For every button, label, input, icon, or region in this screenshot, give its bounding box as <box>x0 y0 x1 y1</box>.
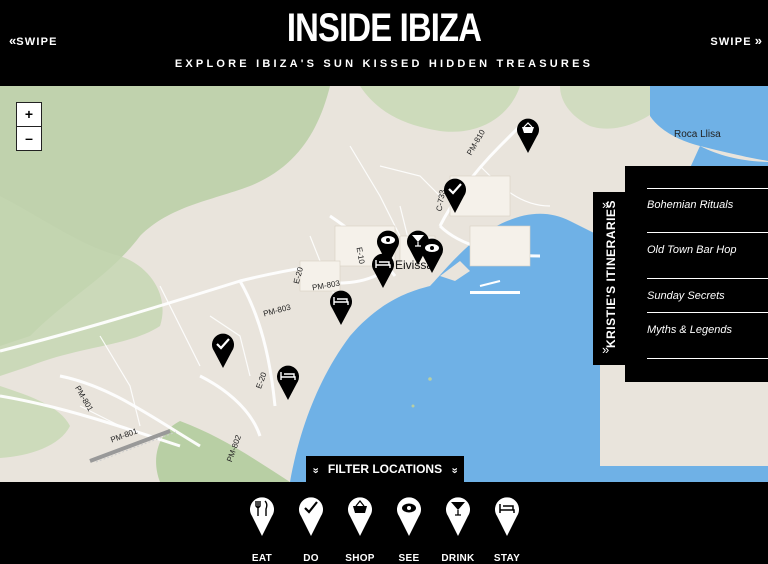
check-icon <box>299 497 323 536</box>
itinerary-item[interactable]: Myths & Legends <box>647 324 757 336</box>
label-roca-llisa: Roca Llisa <box>674 129 721 140</box>
itinerary-item[interactable]: Bohemian Rituals <box>647 199 757 211</box>
chevron-right-icon: » <box>754 33 762 48</box>
map-pin-shop[interactable] <box>516 117 540 153</box>
header: «SWIPE INSIDE IBIZA SWIPE» EXPLORE IBIZA… <box>0 0 768 86</box>
chevron-right-icon: » <box>602 342 609 357</box>
pin-bed-icon <box>277 365 299 400</box>
pin-shop-icon <box>517 118 539 153</box>
map-pin-stay[interactable] <box>371 252 395 288</box>
category-label: STAY <box>493 553 521 564</box>
itineraries-tab-label: KRISTIE'S ITINERARIES <box>604 199 618 349</box>
itineraries-tab[interactable]: » KRISTIE'S ITINERARIES » <box>593 192 625 365</box>
map-pin-stay-3[interactable] <box>276 364 300 400</box>
cocktail-icon <box>446 497 470 536</box>
category-label: EAT <box>251 553 273 564</box>
zoom-control: + – <box>16 102 42 151</box>
swipe-right-label: SWIPE <box>710 36 752 48</box>
swipe-left-button[interactable]: «SWIPE <box>6 33 58 48</box>
divider <box>647 358 768 359</box>
map-pin-stay-2[interactable] <box>329 289 353 325</box>
divider <box>647 232 768 233</box>
filter-label: FILTER LOCATIONS <box>327 462 443 476</box>
category-eat[interactable]: EAT <box>242 496 282 564</box>
map-pin-do[interactable] <box>443 177 467 213</box>
itinerary-item[interactable]: Old Town Bar Hop <box>647 244 757 256</box>
pin-bed-icon <box>372 253 394 288</box>
divider <box>647 278 768 279</box>
category-drink[interactable]: DRINK <box>438 496 478 564</box>
category-do[interactable]: DO <box>291 496 331 564</box>
itinerary-item[interactable]: Sunday Secrets <box>647 290 757 302</box>
divider <box>647 312 768 313</box>
category-bar: EAT DO SHOP SEE DRINK STAY <box>0 482 768 564</box>
pin-bed-icon <box>330 290 352 325</box>
pin-eye-icon <box>421 238 443 273</box>
category-label: SHOP <box>345 553 375 564</box>
itineraries-panel: Bohemian Rituals Old Town Bar Hop Sunday… <box>625 166 768 382</box>
category-see[interactable]: SEE <box>389 496 429 564</box>
bed-icon <box>495 497 519 536</box>
category-label: SEE <box>398 553 420 564</box>
map-pin-see-2[interactable] <box>420 237 444 273</box>
category-stay[interactable]: STAY <box>487 496 527 564</box>
tagline: EXPLORE IBIZA'S SUN KISSED HIDDEN TREASU… <box>174 58 594 70</box>
chevron-down-icon: » <box>309 467 322 471</box>
basket-icon <box>348 497 372 536</box>
zoom-in-button[interactable]: + <box>17 103 41 127</box>
swipe-right-button[interactable]: SWIPE» <box>710 33 762 48</box>
eye-icon <box>397 497 421 536</box>
category-shop[interactable]: SHOP <box>340 496 380 564</box>
category-label: DO <box>303 553 319 564</box>
pin-check-icon <box>444 178 466 213</box>
swipe-left-label: SWIPE <box>16 36 58 48</box>
zoom-out-button[interactable]: – <box>17 127 41 150</box>
map-pin-do-2[interactable] <box>211 332 235 368</box>
category-label: DRINK <box>441 553 475 564</box>
fork-knife-icon <box>250 497 274 536</box>
pin-check-icon <box>212 333 234 368</box>
divider <box>647 188 768 189</box>
chevron-left-icon: « <box>9 33 16 48</box>
chevron-down-icon: » <box>448 467 461 471</box>
page-title: INSIDE IBIZA <box>286 6 482 50</box>
filter-locations-button[interactable]: » FILTER LOCATIONS » <box>306 456 464 482</box>
